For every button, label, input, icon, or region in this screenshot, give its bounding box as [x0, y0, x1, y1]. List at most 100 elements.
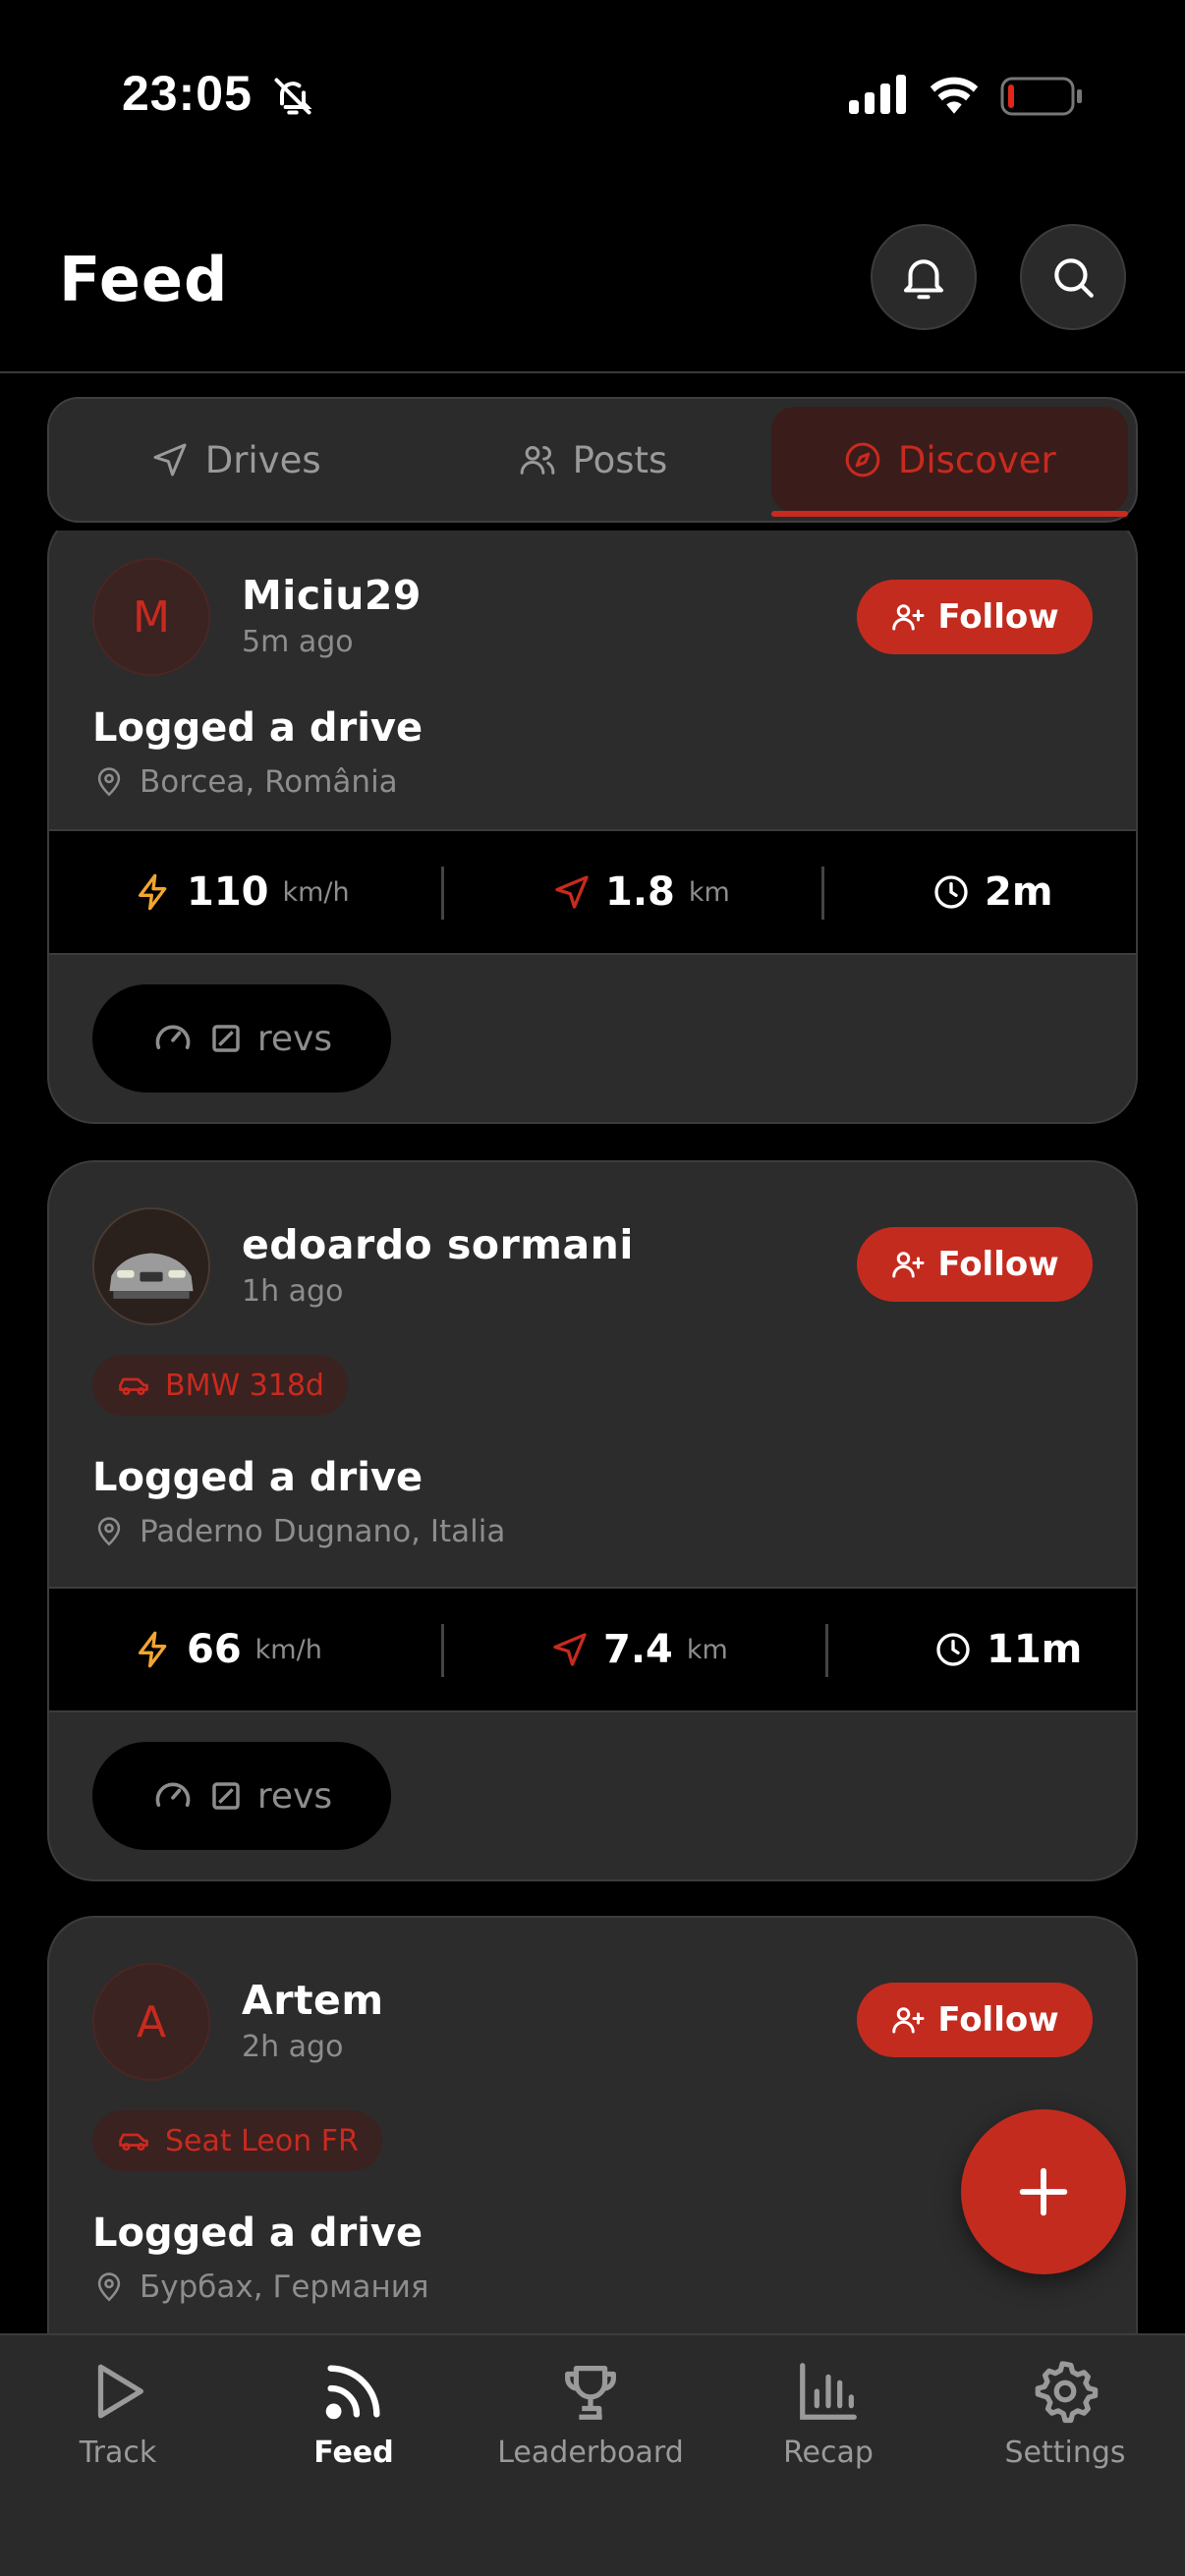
location-text: Бурбах, Германия: [140, 2269, 429, 2305]
navigation-arrow-icon: [555, 875, 589, 909]
page-title: Feed: [59, 244, 229, 315]
gear-icon: [1035, 2361, 1099, 2424]
drive-stats: 110 km/h 1.8 km 2m: [49, 829, 1136, 955]
follow-label: Follow: [937, 597, 1059, 637]
nav-settings[interactable]: Settings: [947, 2357, 1183, 2470]
nav-label: Feed: [313, 2436, 394, 2470]
activity-title: Logged a drive: [92, 2211, 423, 2256]
follow-button[interactable]: Follow: [857, 1983, 1093, 2057]
navigation-arrow-icon: [153, 443, 187, 476]
silent-mode-icon: [274, 78, 312, 115]
user-plus-icon: [892, 1252, 925, 1278]
distance-stat: 1.8 km: [552, 831, 730, 953]
nav-label: Leaderboard: [497, 2436, 684, 2470]
tab-label: Drives: [204, 438, 321, 481]
car-icon: [119, 2133, 148, 2152]
feed-tabs: Drives Posts Discover: [47, 397, 1138, 523]
search-button[interactable]: [1020, 224, 1126, 330]
post-time: 1h ago: [242, 1274, 344, 1309]
follow-label: Follow: [937, 1245, 1059, 1284]
clock-icon: [934, 875, 968, 909]
car-photo-image: [94, 1209, 208, 1323]
duration-value: 2m: [985, 869, 1053, 915]
max-speed-stat: 66 km/h: [134, 1589, 322, 1710]
nav-leaderboard[interactable]: Leaderboard: [473, 2357, 708, 2470]
follow-button[interactable]: Follow: [857, 1227, 1093, 1302]
tab-posts[interactable]: Posts: [414, 407, 770, 513]
feed-list[interactable]: M Miciu29 5m ago Follow Logged a drive B…: [47, 531, 1138, 2333]
distance-stat: 7.4 km: [550, 1589, 728, 1710]
tab-drives[interactable]: Drives: [57, 407, 414, 513]
car-icon: [119, 1377, 148, 1396]
status-time: 23:05: [122, 66, 253, 121]
lightning-icon: [139, 873, 167, 911]
location: Paderno Dugnano, Italia: [92, 1514, 505, 1549]
avatar-letter: M: [133, 591, 170, 643]
play-icon: [97, 2364, 143, 2419]
speed-unit: km/h: [254, 1634, 322, 1665]
avatar-letter: A: [136, 1996, 167, 2047]
clock-icon: [936, 1633, 970, 1666]
car-name: Seat Leon FR: [165, 2123, 359, 2158]
nav-feed[interactable]: Feed: [236, 2357, 472, 2470]
distance-value: 7.4: [603, 1627, 673, 1672]
map-pin-icon: [97, 1517, 121, 1546]
avatar[interactable]: A: [92, 1963, 210, 2081]
cellular-signal-icon: [849, 75, 906, 114]
avatar[interactable]: M: [92, 558, 210, 676]
distance-unit: km: [686, 1634, 728, 1665]
tab-discover[interactable]: Discover: [770, 407, 1129, 517]
compass-icon: [845, 442, 880, 477]
no-data-icon: [212, 1782, 240, 1810]
user-name[interactable]: edoardo sormani: [242, 1221, 634, 1268]
nav-label: Track: [79, 2436, 157, 2470]
divider: [441, 867, 444, 920]
bar-chart-icon: [800, 2363, 857, 2420]
revs-label: revs: [256, 1018, 333, 1059]
lightning-icon: [139, 1631, 167, 1668]
search-icon: [1054, 258, 1094, 298]
user-name[interactable]: Miciu29: [242, 572, 422, 619]
notifications-button[interactable]: [871, 224, 977, 330]
post-card[interactable]: M Miciu29 5m ago Follow Logged a drive B…: [47, 531, 1138, 1124]
revs-pill[interactable]: revs: [92, 1742, 391, 1850]
location-text: Paderno Dugnano, Italia: [140, 1514, 506, 1549]
user-name[interactable]: Artem: [242, 1977, 384, 2024]
max-speed-value: 110: [187, 869, 269, 915]
post-card[interactable]: edoardo sormani 1h ago Follow BMW 318d L…: [47, 1160, 1138, 1881]
trophy-icon: [565, 2366, 616, 2420]
nav-recap[interactable]: Recap: [710, 2357, 946, 2470]
revs-label: revs: [256, 1775, 333, 1817]
plus-icon: [1019, 2167, 1068, 2216]
divider: [825, 1624, 828, 1677]
speed-unit: km/h: [282, 876, 350, 908]
nav-track[interactable]: Track: [0, 2357, 236, 2470]
distance-unit: km: [688, 876, 730, 908]
bottom-nav: Track Feed Leaderboard Recap Settings: [0, 2333, 1185, 2576]
tab-label: Posts: [572, 438, 668, 481]
map-pin-icon: [97, 767, 121, 797]
revs-pill[interactable]: revs: [92, 984, 391, 1092]
post-time: 2h ago: [242, 2030, 344, 2064]
gauge-icon: [155, 1782, 191, 1807]
distance-value: 1.8: [605, 869, 675, 915]
drive-stats: 66 km/h 7.4 km 11m: [49, 1587, 1136, 1712]
battery-low-icon: [1000, 77, 1082, 116]
follow-button[interactable]: Follow: [857, 580, 1093, 654]
car-chip[interactable]: Seat Leon FR: [92, 2110, 382, 2171]
avatar[interactable]: [92, 1207, 210, 1325]
post-card[interactable]: A Artem 2h ago Follow Seat Leon FR Logge…: [47, 1916, 1138, 2333]
car-chip[interactable]: BMW 318d: [92, 1355, 348, 1416]
user-plus-icon: [892, 604, 925, 631]
no-data-icon: [212, 1025, 240, 1052]
location: Бурбах, Германия: [92, 2269, 429, 2305]
divider: [821, 867, 824, 920]
duration-value: 11m: [987, 1627, 1083, 1672]
post-time: 5m ago: [242, 625, 354, 659]
wifi-icon: [930, 77, 979, 114]
divider: [441, 1624, 444, 1677]
map-pin-icon: [97, 2272, 121, 2302]
navigation-arrow-icon: [553, 1633, 587, 1666]
new-post-button[interactable]: [961, 2109, 1126, 2274]
follow-label: Follow: [937, 2000, 1059, 2040]
